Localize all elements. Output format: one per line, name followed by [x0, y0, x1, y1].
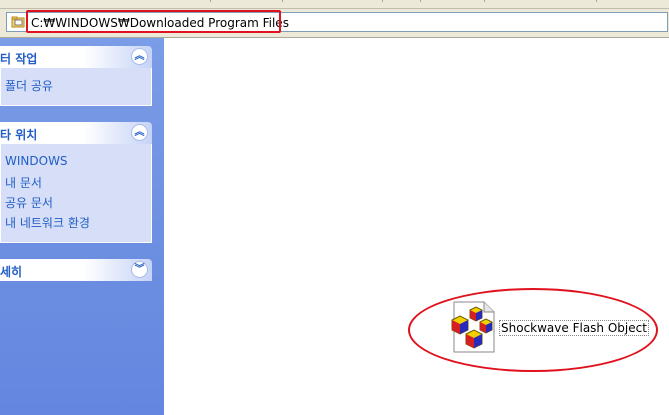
panel-title-tasks: 터 작업	[0, 52, 38, 66]
folder-icon	[11, 16, 25, 28]
link-network-places[interactable]: 내 네트워크 환경	[5, 214, 90, 231]
chevron-down-icon[interactable]: ︾	[131, 261, 148, 278]
panel-title-other-places: 타 위치	[0, 128, 38, 142]
link-my-documents[interactable]: 내 문서	[5, 174, 42, 191]
panel-body-tasks: 폴더 공유	[0, 68, 152, 106]
highlight-rectangle	[26, 10, 281, 33]
link-share-folder[interactable]: 폴더 공유	[5, 77, 53, 94]
highlight-ellipse	[408, 288, 658, 372]
toolbar-strip	[0, 0, 669, 9]
link-shared-documents[interactable]: 공유 문서	[5, 194, 53, 211]
panel-title-details: 세히	[0, 265, 23, 279]
panel-header-tasks[interactable]: 터 작업 ︽	[0, 46, 152, 68]
chevron-up-icon[interactable]: ︽	[131, 48, 148, 65]
panel-body-other-places: WINDOWS 내 문서 공유 문서 내 네트워크 환경	[0, 144, 152, 243]
panel-header-other-places[interactable]: 타 위치 ︽	[0, 122, 152, 144]
panel-header-details[interactable]: 세히 ︾	[0, 259, 152, 281]
chevron-up-icon[interactable]: ︽	[131, 124, 148, 141]
link-windows[interactable]: WINDOWS	[5, 154, 68, 168]
task-pane: 터 작업 ︽ 폴더 공유 타 위치 ︽ WINDOWS 내 문서 공유 문서 내…	[0, 38, 164, 415]
